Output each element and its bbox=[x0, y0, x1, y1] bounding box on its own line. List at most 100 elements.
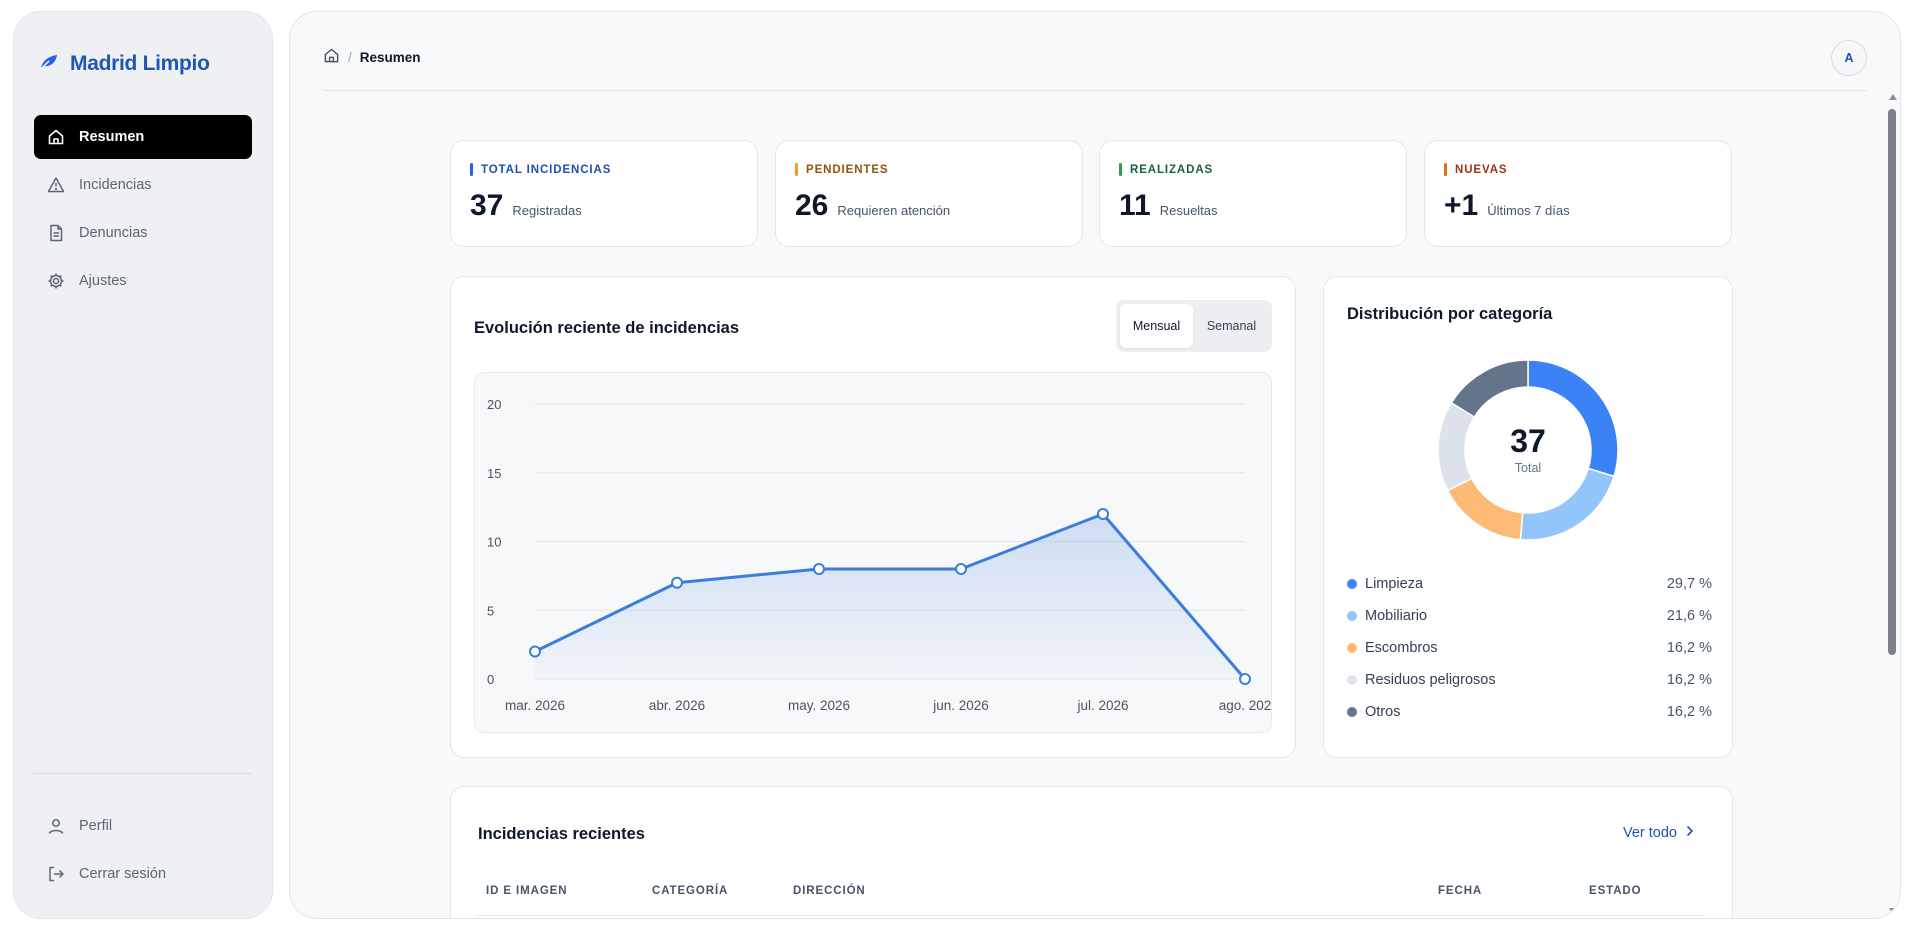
leaf-icon bbox=[40, 54, 58, 75]
main-panel: / Resumen A TOTAL INCIDENCIAS 37 Registr… bbox=[289, 11, 1901, 919]
view-all-label: Ver todo bbox=[1622, 825, 1677, 841]
column-header-category[interactable]: CATEGORÍA bbox=[652, 885, 728, 897]
stat-card-nuevas: NUEVAS +1 Últimos 7 días bbox=[1424, 140, 1732, 247]
x-tick-label: abr. 2026 bbox=[649, 698, 705, 713]
sidebar-bottom-nav: Perfil Cerrar sesión bbox=[34, 804, 252, 900]
data-point[interactable] bbox=[1239, 673, 1251, 685]
sidebar-item-perfil[interactable]: Perfil bbox=[34, 804, 252, 848]
toggle-semanal[interactable]: Semanal bbox=[1195, 304, 1268, 348]
stat-value-row: 26 Requieren atención bbox=[795, 189, 950, 223]
recent-title: Incidencias recientes bbox=[478, 825, 645, 843]
column-header-address[interactable]: DIRECCIÓN bbox=[793, 885, 866, 897]
legend-item: Escombros 16,2 % bbox=[1347, 632, 1712, 664]
sidebar-item-logout[interactable]: Cerrar sesión bbox=[34, 852, 252, 896]
column-header-id[interactable]: ID E IMAGEN bbox=[486, 885, 567, 897]
stat-value-row: 37 Registradas bbox=[470, 189, 582, 223]
stat-sub: Últimos 7 días bbox=[1487, 203, 1570, 218]
document-icon bbox=[47, 224, 65, 242]
donut-total-label: Total bbox=[1514, 461, 1542, 475]
legend-item: Limpieza 29,7 % bbox=[1347, 568, 1712, 600]
topbar: / Resumen A bbox=[323, 38, 1867, 76]
sidebar-item-label: Ajustes bbox=[79, 273, 127, 289]
breadcrumb: / Resumen bbox=[323, 47, 421, 67]
scroll-up-arrow[interactable] bbox=[1889, 94, 1897, 100]
y-tick-label: 0 bbox=[487, 672, 494, 687]
donut-chart: 37 Total bbox=[1437, 359, 1619, 541]
legend-name: Residuos peligrosos bbox=[1365, 672, 1496, 688]
evolution-card: Evolución reciente de incidencias Mensua… bbox=[450, 276, 1296, 758]
stat-card-pendientes: PENDIENTES 26 Requieren atención bbox=[775, 140, 1083, 247]
legend-name: Limpieza bbox=[1365, 576, 1424, 592]
column-header-date[interactable]: FECHA bbox=[1438, 885, 1482, 897]
data-point[interactable] bbox=[529, 645, 541, 658]
stat-value: 37 bbox=[470, 189, 504, 222]
toggle-mensual[interactable]: Mensual bbox=[1120, 304, 1193, 348]
stat-label: NUEVAS bbox=[1444, 163, 1507, 176]
legend-percentage: 16,2 % bbox=[1666, 672, 1712, 688]
legend-dot bbox=[1347, 707, 1357, 717]
stat-label-text: PENDIENTES bbox=[806, 163, 889, 176]
user-icon bbox=[47, 817, 65, 835]
home-icon bbox=[47, 128, 65, 146]
app-title: Madrid Limpio bbox=[70, 52, 210, 75]
stat-accent-bar bbox=[795, 163, 798, 176]
chevron-right-icon bbox=[1685, 825, 1695, 841]
table-header: ID E IMAGEN CATEGORÍA DIRECCIÓN FECHA ES… bbox=[478, 882, 1705, 916]
stat-label-text: TOTAL INCIDENCIAS bbox=[481, 163, 612, 176]
sidebar-item-label: Resumen bbox=[79, 129, 145, 145]
breadcrumb-separator: / bbox=[348, 49, 352, 65]
legend-name: Escombros bbox=[1365, 640, 1438, 656]
period-toggle: Mensual Semanal bbox=[1116, 300, 1272, 352]
sidebar-item-incidencias[interactable]: Incidencias bbox=[34, 163, 252, 207]
legend-dot bbox=[1347, 579, 1357, 589]
series-area bbox=[535, 514, 1245, 679]
brand[interactable]: Madrid Limpio bbox=[40, 52, 210, 76]
legend-dot bbox=[1347, 643, 1357, 653]
view-all-link[interactable]: Ver todo bbox=[1623, 825, 1695, 841]
stat-value-row: 11 Resueltas bbox=[1119, 189, 1218, 223]
data-point[interactable] bbox=[813, 563, 825, 575]
sidebar-item-ajustes[interactable]: Ajustes bbox=[34, 259, 252, 303]
breadcrumb-current: Resumen bbox=[359, 49, 421, 65]
legend-percentage: 29,7 % bbox=[1666, 576, 1712, 592]
x-tick-label: may. 2026 bbox=[788, 698, 850, 713]
scroll-thumb[interactable] bbox=[1888, 109, 1896, 655]
recent-incidents-card: Incidencias recientes Ver todo ID E IMAG… bbox=[450, 786, 1733, 918]
avatar[interactable]: A bbox=[1831, 40, 1867, 76]
legend-item: Mobiliario 21,6 % bbox=[1347, 600, 1712, 632]
data-point[interactable] bbox=[671, 576, 683, 589]
stat-value: 11 bbox=[1119, 189, 1151, 222]
scroll-down-arrow[interactable] bbox=[1889, 908, 1897, 914]
legend-percentage: 16,2 % bbox=[1666, 704, 1712, 720]
sidebar-divider bbox=[34, 773, 252, 774]
legend-item: Residuos peligrosos 16,2 % bbox=[1347, 664, 1712, 696]
data-point[interactable] bbox=[955, 563, 967, 575]
evolution-title: Evolución reciente de incidencias bbox=[474, 319, 740, 337]
stat-label: PENDIENTES bbox=[795, 163, 889, 176]
stat-accent-bar bbox=[1119, 163, 1122, 176]
stat-accent-bar bbox=[1444, 163, 1447, 176]
stat-value: 26 bbox=[795, 189, 829, 222]
y-tick-label: 10 bbox=[487, 535, 501, 550]
sidebar-item-denuncias[interactable]: Denuncias bbox=[34, 211, 252, 255]
donut-legend: Limpieza 29,7 % Mobiliario 21,6 % Escombros 1… bbox=[1347, 568, 1712, 728]
legend-item: Otros 16,2 % bbox=[1347, 696, 1712, 728]
stat-label-text: NUEVAS bbox=[1455, 163, 1508, 176]
home-icon[interactable] bbox=[323, 47, 340, 67]
column-header-status[interactable]: ESTADO bbox=[1589, 885, 1641, 897]
x-tick-label: mar. 2026 bbox=[505, 698, 565, 713]
sidebar-item-label: Cerrar sesión bbox=[79, 866, 167, 882]
sidebar-item-resumen[interactable]: Resumen bbox=[34, 115, 252, 159]
data-point[interactable] bbox=[1097, 508, 1109, 520]
legend-percentage: 21,6 % bbox=[1666, 608, 1712, 624]
legend-name: Mobiliario bbox=[1365, 608, 1428, 624]
stat-value-row: +1 Últimos 7 días bbox=[1444, 189, 1570, 223]
header-divider bbox=[323, 90, 1867, 91]
stat-sub: Registradas bbox=[512, 203, 582, 218]
gear-icon bbox=[47, 272, 65, 290]
scrollbar[interactable] bbox=[1886, 94, 1898, 918]
distribution-title: Distribución por categoría bbox=[1347, 305, 1553, 323]
donut-total: 37 bbox=[1510, 423, 1546, 459]
stat-label: REALIZADAS bbox=[1119, 163, 1213, 176]
donut-center: 37 Total bbox=[1437, 359, 1619, 541]
